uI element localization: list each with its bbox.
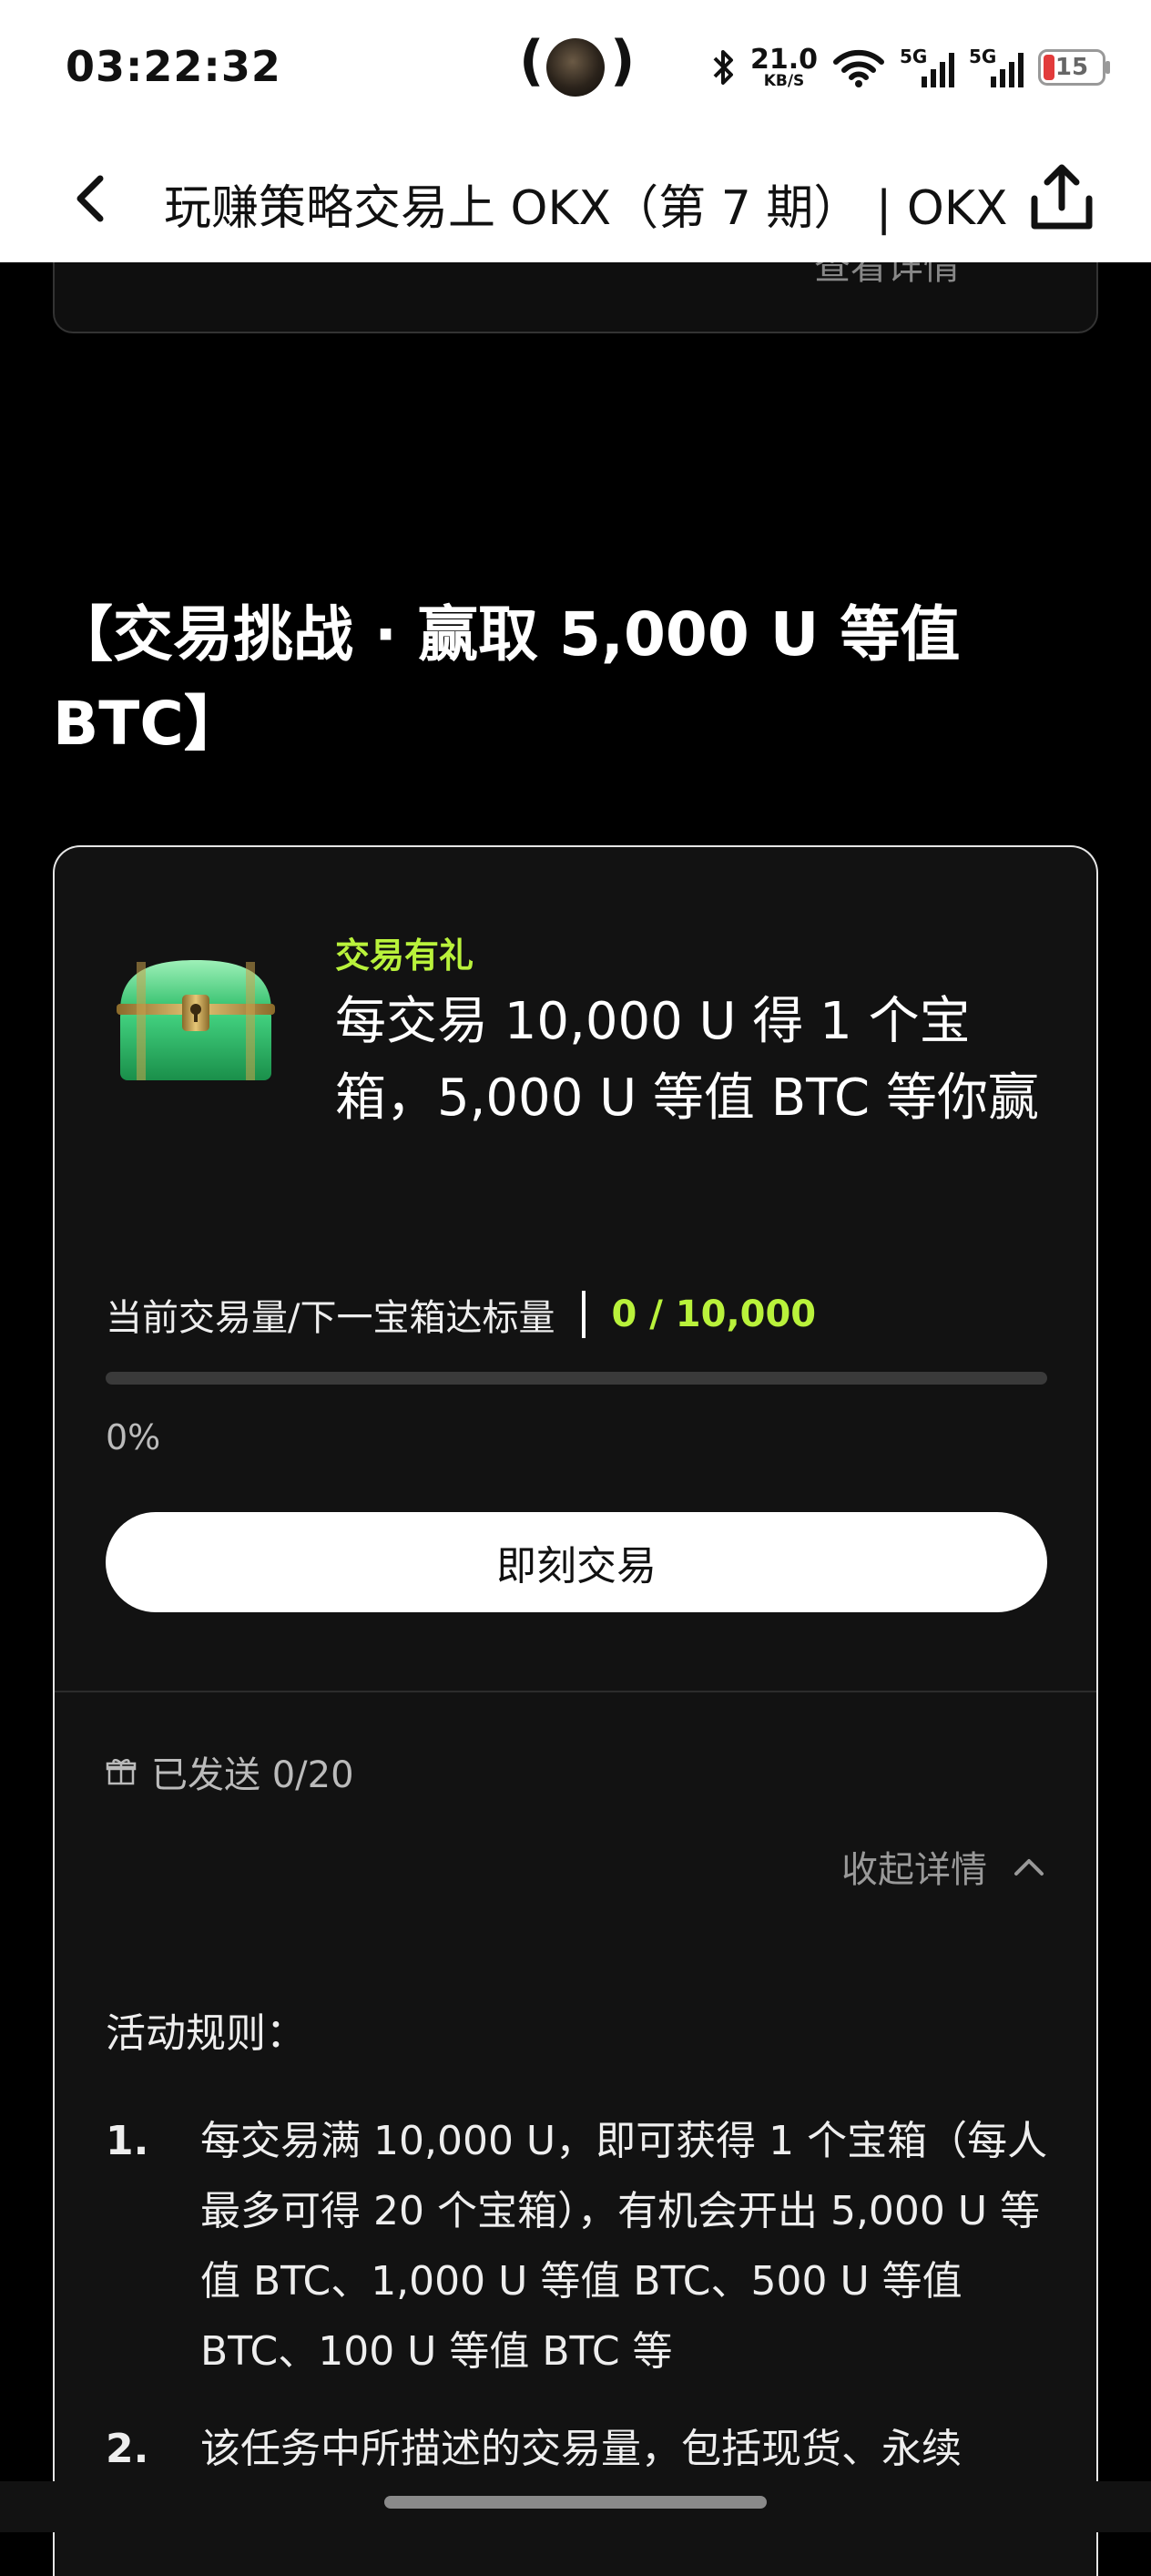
collapse-label: 收起详情 bbox=[841, 1849, 987, 1891]
trade-now-button[interactable]: 即刻交易 bbox=[106, 1512, 1047, 1612]
metric-value: 0 / 10,000 bbox=[611, 1293, 817, 1335]
list-item: 2. 该任务中所描述的交易量，包括现货、永续 bbox=[106, 2414, 1053, 2484]
chevron-up-icon bbox=[1014, 1859, 1044, 1876]
treasure-chest-icon bbox=[117, 960, 275, 1080]
trade-volume-metric: 当前交易量/下一宝箱达标量 0 / 10,000 bbox=[106, 1288, 816, 1341]
status-time: 03:22:32 bbox=[66, 42, 281, 91]
dynamic-island: ( ) bbox=[519, 29, 635, 102]
task-card: 交易有礼 每交易 10,000 U 得 1 个宝箱，5,000 U 等值 BTC… bbox=[53, 845, 1098, 2576]
island-right-bracket: ) bbox=[610, 29, 636, 93]
status-bar: 03:22:32 ( ) 21.0 KB/S 5G 5G 15 bbox=[0, 0, 1151, 137]
task-tag: 交易有礼 bbox=[335, 935, 474, 976]
rules-list: 1. 每交易满 10,000 U，即可获得 1 个宝箱（每人最多可得 20 个宝… bbox=[106, 2106, 1053, 2511]
rule-number: 1. bbox=[106, 2118, 149, 2164]
home-indicator[interactable] bbox=[384, 2496, 767, 2509]
share-icon[interactable] bbox=[1025, 162, 1098, 235]
metric-separator bbox=[582, 1291, 586, 1338]
avatar bbox=[546, 38, 605, 97]
metric-label: 当前交易量/下一宝箱达标量 bbox=[106, 1297, 555, 1339]
chevron-left-icon[interactable] bbox=[64, 169, 118, 228]
section-title: 【交易挑战 · 赢取 5,000 U 等值 BTC】 bbox=[53, 599, 961, 759]
wifi-icon bbox=[833, 49, 884, 87]
signal-5g-icon: 5G bbox=[900, 46, 954, 89]
bluetooth-icon bbox=[713, 50, 733, 85]
net-speed: 21.0 KB/S bbox=[749, 43, 818, 90]
task-title: 每交易 10,000 U 得 1 个宝箱，5,000 U 等值 BTC 等你赢 bbox=[335, 992, 1039, 1128]
signal-5g-icon-2: 5G bbox=[969, 46, 1024, 89]
progress-percent: 0% bbox=[106, 1417, 161, 1457]
island-left-bracket: ( bbox=[519, 29, 545, 93]
gift-icon bbox=[106, 1759, 137, 1785]
rule-text: 该任务中所描述的交易量，包括现货、永续 bbox=[200, 2426, 962, 2472]
status-icons: 21.0 KB/S 5G 5G 15 bbox=[712, 40, 1110, 95]
progress-bar bbox=[106, 1372, 1047, 1385]
rules-title: 活动规则： bbox=[106, 2010, 306, 2057]
battery-icon: 15 bbox=[1038, 49, 1110, 86]
page-title: 玩赚策略交易上 OKX（第 7 期） | OKX bbox=[164, 181, 1008, 236]
sent-status: 已发送 0/20 bbox=[106, 1745, 354, 1798]
rule-number: 2. bbox=[106, 2426, 149, 2472]
list-item: 1. 每交易满 10,000 U，即可获得 1 个宝箱（每人最多可得 20 个宝… bbox=[106, 2106, 1053, 2387]
divider bbox=[55, 1691, 1096, 1692]
collapse-details-button[interactable]: 收起详情 bbox=[841, 1840, 1047, 1893]
nav-bar: 玩赚策略交易上 OKX（第 7 期） | OKX bbox=[0, 137, 1151, 262]
sent-label: 已发送 0/20 bbox=[151, 1754, 354, 1796]
rule-text: 每交易满 10,000 U，即可获得 1 个宝箱（每人最多可得 20 个宝箱），… bbox=[200, 2118, 1048, 2375]
